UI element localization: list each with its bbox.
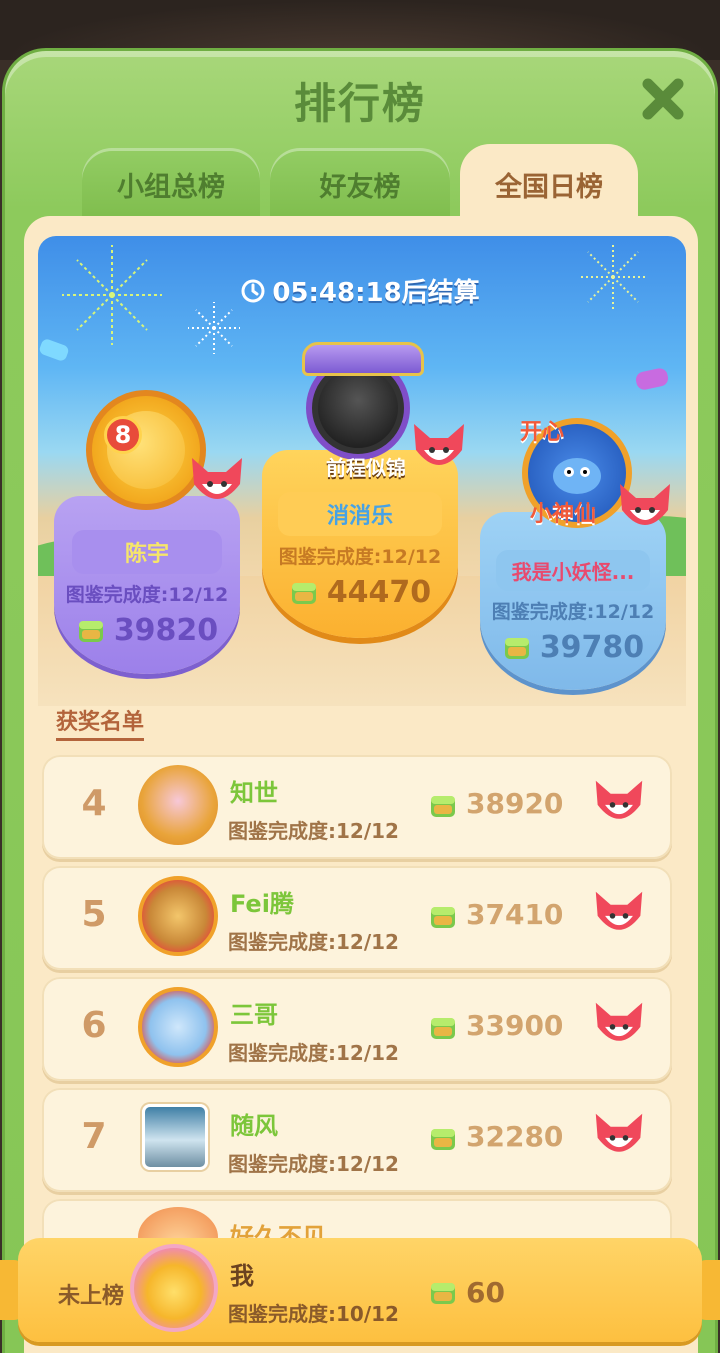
self-score: 60 <box>466 1276 505 1309</box>
user-name: 三哥 <box>230 1001 278 1029</box>
user-name: 随风 <box>230 1112 278 1140</box>
avatar-image <box>318 368 398 448</box>
user-name: 知世 <box>230 779 278 807</box>
list-item[interactable]: 6 三哥 图鉴完成度:12/12 33900 <box>42 977 672 1081</box>
tab-label: 好友榜 <box>319 171 401 203</box>
timer-text: 05:48:18后结算 <box>272 278 480 308</box>
podium-progress: 图鉴完成度:12/12 <box>65 584 229 606</box>
tab-national-daily[interactable]: 全国日榜 <box>460 144 638 224</box>
close-icon <box>642 78 684 120</box>
list-item[interactable]: 4 知世 图鉴完成度:12/12 38920 <box>42 755 672 859</box>
close-button[interactable] <box>636 72 690 126</box>
list-item[interactable]: 5 Fei腾 图鉴完成度:12/12 37410 <box>42 866 672 970</box>
user-score: 33900 <box>466 1009 564 1042</box>
tab-group-total[interactable]: 小组总榜 <box>82 148 260 220</box>
tab-label: 小组总榜 <box>117 171 225 203</box>
gem-icon <box>431 1283 455 1304</box>
avatar <box>138 765 218 845</box>
fox-icon <box>620 484 670 525</box>
user-progress: 图鉴完成度:12/12 <box>228 1152 399 1176</box>
gem-icon <box>504 637 529 659</box>
list-item[interactable]: 7 随风 图鉴完成度:12/12 32280 <box>42 1088 672 1192</box>
user-progress: 图鉴完成度:12/12 <box>228 819 399 843</box>
settlement-timer: 05:48:18后结算 <box>0 272 720 309</box>
dog-icon <box>553 458 601 494</box>
avatar <box>138 987 218 1067</box>
podium-second[interactable]: 陈宇 图鉴完成度:12/12 39820 <box>54 496 240 674</box>
gem-icon <box>431 907 455 928</box>
user-progress: 图鉴完成度:12/12 <box>228 930 399 954</box>
rank-number: 6 <box>81 1005 107 1046</box>
rank-number: 5 <box>81 894 107 935</box>
frame-label: 开心 <box>520 420 565 445</box>
gem-icon <box>78 620 103 642</box>
gem-icon <box>431 1018 455 1039</box>
user-name: Fei腾 <box>230 890 294 918</box>
fox-icon <box>595 780 643 819</box>
self-rank-label: 未上榜 <box>58 1284 125 1309</box>
podium-name: 陈宇 <box>72 530 222 574</box>
user-score: 37410 <box>466 898 564 931</box>
podium-progress: 图鉴完成度:12/12 <box>491 601 655 623</box>
podium-name: 我是小妖怪... <box>496 550 650 591</box>
fox-icon <box>595 891 643 930</box>
winners-list-title: 获奖名单 <box>56 704 145 741</box>
podium-score: 44470 <box>326 575 432 610</box>
gem-icon <box>431 796 455 817</box>
clock-icon <box>241 279 265 302</box>
fox-icon <box>414 424 464 465</box>
avatar <box>130 1244 218 1332</box>
self-name: 我 <box>230 1262 254 1290</box>
fox-icon <box>595 1113 643 1152</box>
podium-name: 消消乐 <box>278 492 442 536</box>
podium-score: 39820 <box>113 613 219 648</box>
avatar <box>142 1104 208 1170</box>
podium-score: 39780 <box>539 630 645 665</box>
page-title: 排行榜 <box>293 79 426 128</box>
self-progress: 图鉴完成度:10/12 <box>228 1302 399 1326</box>
gem-icon <box>431 1129 455 1150</box>
fox-icon <box>192 458 242 499</box>
rank-number: 7 <box>81 1116 107 1157</box>
user-score: 38920 <box>466 787 564 820</box>
fox-icon <box>595 1002 643 1041</box>
podium-progress: 图鉴完成度:12/12 <box>278 546 442 568</box>
user-progress: 图鉴完成度:12/12 <box>228 1041 399 1065</box>
tab-label: 全国日榜 <box>495 171 603 203</box>
tab-friends[interactable]: 好友榜 <box>270 148 450 220</box>
rank-badge: 8 <box>104 416 142 454</box>
podium-third[interactable]: 我是小妖怪... 图鉴完成度:12/12 39780 <box>480 512 666 690</box>
avatar-frame-crown <box>302 342 424 376</box>
user-score: 32280 <box>466 1120 564 1153</box>
avatar <box>138 876 218 956</box>
gem-icon <box>291 582 316 604</box>
rank-number: 4 <box>81 783 107 824</box>
